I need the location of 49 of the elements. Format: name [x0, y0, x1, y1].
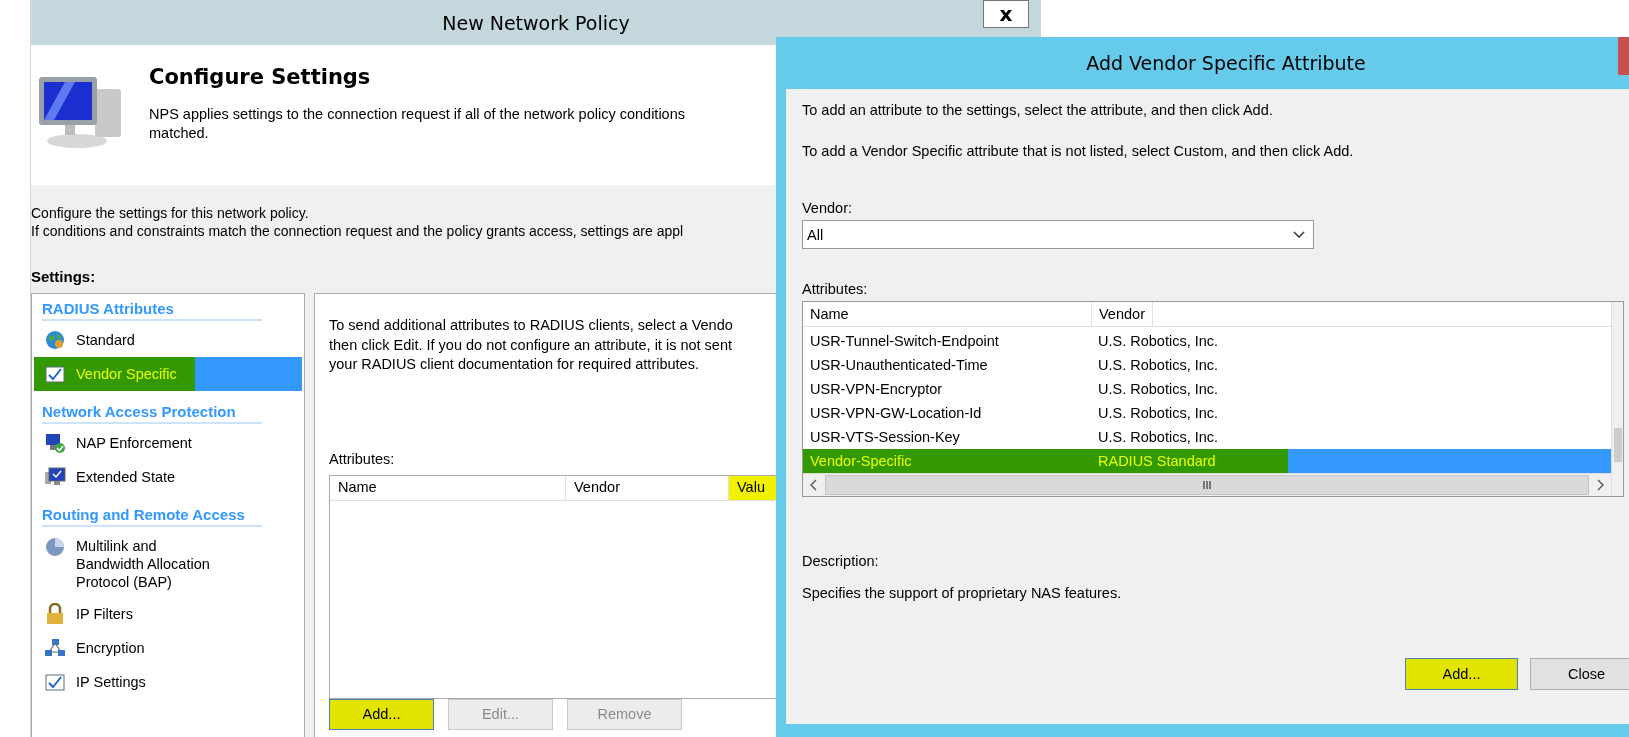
nav-item[interactable]: IP Settings	[34, 665, 302, 699]
instruction-text: To add an attribute to the settings, select the attribute, and then click Add.	[802, 101, 1273, 119]
vendor-dropdown[interactable]: All	[802, 220, 1314, 249]
table-cell-text: Vendor-Specific	[809, 453, 913, 470]
list-row[interactable]: USR-Unauthenticated-Time U.S. Robotics, Inc.	[803, 353, 1611, 378]
description-label: Description:	[802, 553, 879, 569]
nav-item[interactable]: NAP Enforcement	[34, 426, 302, 460]
table-cell-text: U.S. Robotics, Inc.	[1097, 333, 1220, 350]
attribute-description: Specifies the support of proprietary NAS features.	[802, 585, 1122, 601]
table-cell-text: RADIUS Standard	[1097, 453, 1217, 470]
nav-item[interactable]: Multilink and Bandwidth Allocation Protocol (BAP)	[34, 529, 302, 597]
nav-item[interactable]: Standard	[34, 323, 302, 357]
vendor-label: Vendor:	[802, 200, 852, 216]
instruction-text: To add a Vendor Specific attribute that is not listed, select Custom, and then click Add.	[802, 142, 1354, 160]
nav-heading: Routing and Remote Access	[42, 506, 262, 527]
table-cell-text: USR-VTS-Session-Key	[809, 429, 961, 446]
table-cell-text: U.S. Robotics, Inc.	[1097, 405, 1220, 422]
intro-text: Configure the settings for this network policy.	[31, 204, 309, 222]
page-heading: Configure Settings	[149, 65, 372, 89]
dialog-button[interactable]: Close	[1530, 658, 1629, 690]
list-row[interactable]: USR-VPN-Encryptor U.S. Robotics, Inc.	[803, 377, 1611, 402]
list-row[interactable]: USR-VTS-Session-Key U.S. Robotics, Inc.	[803, 425, 1611, 450]
table-cell-text: USR-VPN-Encryptor	[809, 381, 944, 398]
table-cell-text: U.S. Robotics, Inc.	[1097, 357, 1220, 374]
window-close-button[interactable]: x	[983, 0, 1029, 28]
settings-label: Settings:	[31, 268, 96, 285]
attributes-label: Attributes:	[802, 281, 868, 297]
nav-item[interactable]: Extended State	[34, 460, 302, 494]
table-cell-text: USR-Unauthenticated-Time	[809, 357, 989, 374]
window-title: New Network Policy	[442, 11, 630, 34]
nav-item[interactable]: Encryption	[34, 631, 302, 665]
action-button[interactable]: Add...	[329, 698, 434, 730]
intro-text: If conditions and constraints match the connection request and the policy grants access, settings are appl	[31, 222, 684, 240]
column-header[interactable]: Name	[803, 302, 1092, 327]
dialog-title: Add Vendor Specific Attribute	[1086, 52, 1366, 74]
dialog-button[interactable]: Add...	[1405, 658, 1518, 690]
list-row[interactable]: USR-Tunnel-Switch-Endpoint U.S. Robotics, Inc.	[803, 329, 1611, 354]
nav-heading: RADIUS Attributes	[42, 300, 262, 321]
attributes-label: Attributes:	[329, 450, 395, 467]
list-row[interactable]: USR-VPN-GW-Location-Id U.S. Robotics, Inc.	[803, 401, 1611, 426]
page-description: NPS applies settings to the connection request if all of the network policy conditions matched.	[149, 105, 685, 143]
nav-heading: Network Access Protection	[42, 403, 262, 424]
table-cell-text: U.S. Robotics, Inc.	[1097, 381, 1220, 398]
table-cell-text: USR-Tunnel-Switch-Endpoint	[809, 333, 1000, 350]
nav-item[interactable]: IP Filters	[34, 597, 302, 631]
column-header[interactable]: Vendor	[1092, 302, 1153, 327]
table-cell-text: USR-VPN-GW-Location-Id	[809, 405, 983, 422]
panel-description: To send additional attributes to RADIUS clients, select a Vendo then click Edit. If you do not configure an attribute, it is not sent your RADIUS client documentation for required attributes.	[329, 316, 733, 374]
table-cell-text: U.S. Robotics, Inc.	[1097, 429, 1220, 446]
